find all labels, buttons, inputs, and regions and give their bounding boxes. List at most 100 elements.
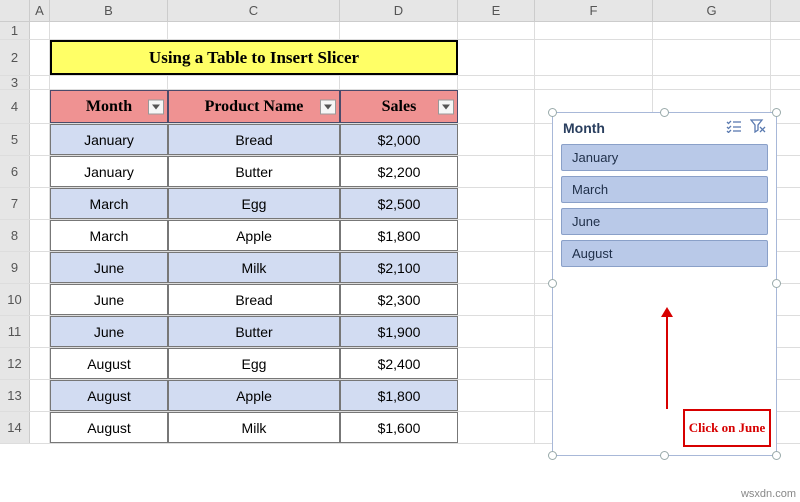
cell-A12[interactable]: [30, 348, 50, 379]
table-cell[interactable]: Apple: [168, 380, 340, 411]
slicer-item-march[interactable]: March: [561, 176, 768, 203]
column-header-B[interactable]: B: [50, 0, 168, 21]
cell-D3[interactable]: [340, 76, 458, 89]
row-header-11[interactable]: 11: [0, 316, 30, 347]
cell-E5[interactable]: [458, 124, 535, 155]
table-cell[interactable]: January: [50, 156, 168, 187]
filter-dropdown-icon[interactable]: [148, 99, 164, 114]
row-header-7[interactable]: 7: [0, 188, 30, 219]
cell-B1[interactable]: [50, 22, 168, 39]
slicer-panel[interactable]: Month JanuaryMarchJuneAugust Click on Ju…: [552, 112, 777, 456]
row-header-1[interactable]: 1: [0, 22, 30, 39]
cell-E3[interactable]: [458, 76, 535, 89]
cell-A8[interactable]: [30, 220, 50, 251]
table-cell[interactable]: $1,800: [340, 380, 458, 411]
row-header-8[interactable]: 8: [0, 220, 30, 251]
table-cell[interactable]: January: [50, 124, 168, 155]
cell-E8[interactable]: [458, 220, 535, 251]
column-header-D[interactable]: D: [340, 0, 458, 21]
cell-E4[interactable]: [458, 90, 535, 123]
slicer-item-june[interactable]: June: [561, 208, 768, 235]
row-header-5[interactable]: 5: [0, 124, 30, 155]
slicer-item-january[interactable]: January: [561, 144, 768, 171]
column-header-G[interactable]: G: [653, 0, 771, 21]
cell-A14[interactable]: [30, 412, 50, 443]
table-header-product[interactable]: Product Name: [168, 90, 340, 123]
cell-E2[interactable]: [458, 40, 535, 75]
cell-A3[interactable]: [30, 76, 50, 89]
cell-E10[interactable]: [458, 284, 535, 315]
cell-G2[interactable]: [653, 40, 771, 75]
cell-G3[interactable]: [653, 76, 771, 89]
cell-E14[interactable]: [458, 412, 535, 443]
clear-filter-icon[interactable]: [750, 119, 766, 136]
cell-A2[interactable]: [30, 40, 50, 75]
multiselect-icon[interactable]: [726, 119, 742, 136]
slicer-item-august[interactable]: August: [561, 240, 768, 267]
table-cell[interactable]: $1,800: [340, 220, 458, 251]
column-header-C[interactable]: C: [168, 0, 340, 21]
resize-handle[interactable]: [548, 279, 557, 288]
table-cell[interactable]: August: [50, 380, 168, 411]
column-header-F[interactable]: F: [535, 0, 653, 21]
cell-A10[interactable]: [30, 284, 50, 315]
table-cell[interactable]: August: [50, 348, 168, 379]
table-cell[interactable]: Bread: [168, 124, 340, 155]
cell-B3[interactable]: [50, 76, 168, 89]
table-cell[interactable]: $1,900: [340, 316, 458, 347]
table-cell[interactable]: $1,600: [340, 412, 458, 443]
cell-E7[interactable]: [458, 188, 535, 219]
cell-F1[interactable]: [535, 22, 653, 39]
cell-A9[interactable]: [30, 252, 50, 283]
cell-D1[interactable]: [340, 22, 458, 39]
row-header-3[interactable]: 3: [0, 76, 30, 89]
table-cell[interactable]: August: [50, 412, 168, 443]
table-cell[interactable]: Milk: [168, 412, 340, 443]
filter-dropdown-icon[interactable]: [438, 99, 454, 114]
table-cell[interactable]: Egg: [168, 348, 340, 379]
table-cell[interactable]: Butter: [168, 316, 340, 347]
column-header-A[interactable]: A: [30, 0, 50, 21]
table-cell[interactable]: $2,200: [340, 156, 458, 187]
cell-E9[interactable]: [458, 252, 535, 283]
resize-handle[interactable]: [548, 108, 557, 117]
cell-E11[interactable]: [458, 316, 535, 347]
cell-A11[interactable]: [30, 316, 50, 347]
cell-F2[interactable]: [535, 40, 653, 75]
cell-A1[interactable]: [30, 22, 50, 39]
resize-handle[interactable]: [660, 451, 669, 460]
cell-E12[interactable]: [458, 348, 535, 379]
cell-A7[interactable]: [30, 188, 50, 219]
table-cell[interactable]: $2,300: [340, 284, 458, 315]
row-header-6[interactable]: 6: [0, 156, 30, 187]
cell-A13[interactable]: [30, 380, 50, 411]
row-header-4[interactable]: 4: [0, 90, 30, 123]
table-cell[interactable]: $2,000: [340, 124, 458, 155]
cell-A6[interactable]: [30, 156, 50, 187]
row-header-9[interactable]: 9: [0, 252, 30, 283]
cell-C1[interactable]: [168, 22, 340, 39]
resize-handle[interactable]: [772, 279, 781, 288]
row-header-10[interactable]: 10: [0, 284, 30, 315]
table-cell[interactable]: June: [50, 316, 168, 347]
table-cell[interactable]: Butter: [168, 156, 340, 187]
cell-G1[interactable]: [653, 22, 771, 39]
cell-E13[interactable]: [458, 380, 535, 411]
row-header-13[interactable]: 13: [0, 380, 30, 411]
cell-F3[interactable]: [535, 76, 653, 89]
table-cell[interactable]: $2,400: [340, 348, 458, 379]
row-header-12[interactable]: 12: [0, 348, 30, 379]
table-cell[interactable]: Egg: [168, 188, 340, 219]
cell-A4[interactable]: [30, 90, 50, 123]
resize-handle[interactable]: [660, 108, 669, 117]
table-cell[interactable]: Bread: [168, 284, 340, 315]
resize-handle[interactable]: [772, 108, 781, 117]
table-cell[interactable]: Milk: [168, 252, 340, 283]
filter-dropdown-icon[interactable]: [320, 99, 336, 114]
table-cell[interactable]: June: [50, 252, 168, 283]
cell-C3[interactable]: [168, 76, 340, 89]
select-all-corner[interactable]: [0, 0, 30, 21]
table-cell[interactable]: Apple: [168, 220, 340, 251]
table-cell[interactable]: $2,100: [340, 252, 458, 283]
resize-handle[interactable]: [772, 451, 781, 460]
